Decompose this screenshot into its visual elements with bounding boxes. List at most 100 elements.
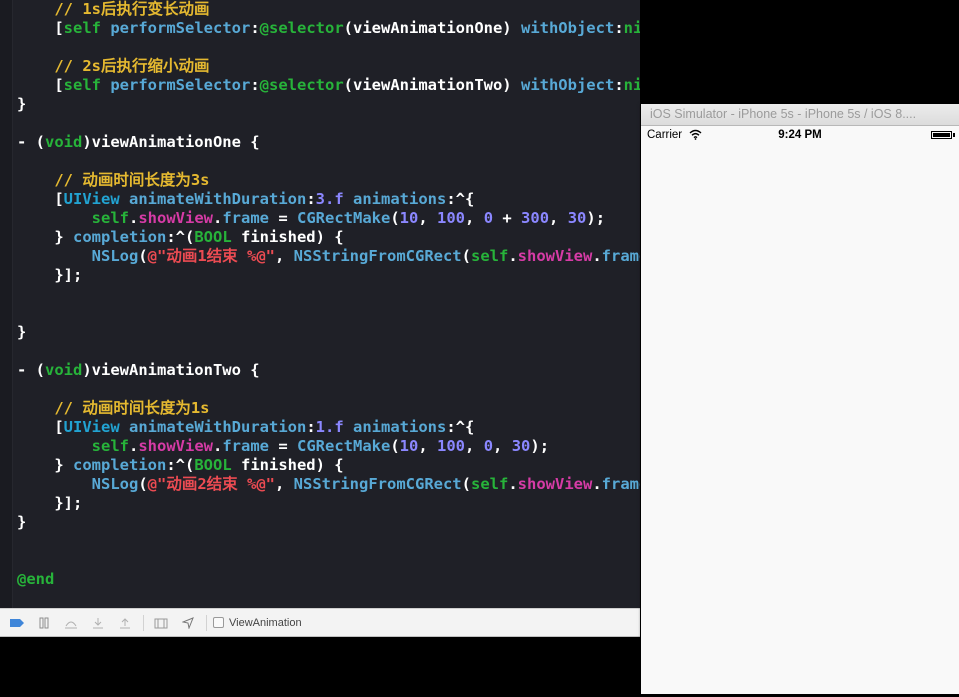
code-token: // 动画时间长度为3s [54,171,210,189]
code-token: } [17,95,27,113]
pause-icon[interactable] [34,613,54,633]
battery-tip [953,133,955,137]
code-token: 30 [511,437,531,455]
code-line: } [17,323,26,342]
code-token: [ [17,190,64,208]
code-token: self [91,437,129,455]
code-line: } completion:^(BOOL finished) { [17,456,343,475]
code-token: finished) { [231,228,344,246]
code-line: } completion:^(BOOL finished) { [17,228,344,247]
code-line: self.showView.frame = CGRectMake(10, 100… [17,209,605,228]
code-token: }]; [17,494,83,512]
code-token: )viewAnimationOne { [82,133,260,151]
code-token: showView [138,437,213,455]
code-line: // 1s后执行变长动画 [17,0,209,19]
view-debugger-icon[interactable] [151,613,171,633]
code-token: completion [73,456,167,474]
code-token: performSelector [110,76,251,94]
code-token: frame [222,209,269,227]
code-token: 0 [483,209,494,227]
code-token: - ( [17,133,45,151]
code-token: withObject [520,19,615,37]
code-token: @end [17,570,55,588]
code-token: } [17,228,73,246]
code-line: // 动画时间长度为3s [17,171,210,190]
code-line: [UIView animateWithDuration:1.f animatio… [17,418,474,437]
code-line: // 动画时间长度为1s [17,399,210,418]
code-token: animateWithDuration [129,418,307,436]
step-out-icon[interactable] [115,613,135,633]
breakpoint-toggle-icon[interactable] [7,613,27,633]
code-line: NSLog(@"动画1结束 %@", NSStringFromCGRect(se… [17,247,640,266]
code-token: NSLog [91,247,139,265]
code-token: frame [601,247,640,265]
code-token: :^( [166,456,195,474]
code-token: , [549,209,568,227]
step-over-icon[interactable] [61,613,81,633]
code-token: : [250,19,260,37]
code-token: void [45,133,83,151]
code-token: 100 [437,437,466,455]
code-editor[interactable]: // 1s后执行变长动画 [self performSelector:@sele… [0,0,640,608]
code-token: performSelector [110,19,251,37]
code-token: + [493,209,522,227]
status-time: 9:24 PM [778,129,822,141]
code-token: :^( [166,228,195,246]
code-token: :^{ [446,418,475,436]
code-line: self.showView.frame = CGRectMake(10, 100… [17,437,549,456]
code-token: CGRectMake [297,209,391,227]
simulator-screen[interactable]: Carrier 9:24 PM [641,126,959,694]
code-token: frame [222,437,269,455]
code-token: : [306,190,316,208]
step-into-icon[interactable] [88,613,108,633]
code-token: self [91,209,129,227]
location-icon[interactable] [178,613,198,633]
code-token: [ [17,19,64,37]
simulator-title[interactable]: iOS Simulator - iPhone 5s - iPhone 5s / … [641,104,959,126]
ios-simulator-window[interactable]: iOS Simulator - iPhone 5s - iPhone 5s / … [641,104,959,694]
debug-bar: ViewAnimation [0,608,640,637]
editor-gutter[interactable] [0,0,13,608]
code-token: , [418,209,438,227]
code-token: showView [517,247,593,265]
code-token: , [418,437,438,455]
code-token: ( [461,247,471,265]
code-line: - (void)viewAnimationOne { [17,133,260,152]
code-line: - (void)viewAnimationTwo { [17,361,260,380]
code-token: : [250,76,260,94]
code-token: ); [586,209,606,227]
code-line: [UIView animateWithDuration:3.f animatio… [17,190,474,209]
code-token: : [306,418,316,436]
code-token: ( [390,437,400,455]
code-token: // 动画时间长度为1s [54,399,210,417]
code-line: } [17,513,26,532]
project-file-icon [213,617,224,628]
battery-level [933,133,950,137]
code-token: 300 [521,209,550,227]
code-token: ( [390,209,400,227]
code-token: showView [138,209,213,227]
code-token: :^{ [446,190,475,208]
code-token: animations [353,190,447,208]
code-token: // 2s后执行缩小动画 [54,57,210,75]
code-token: } [17,323,27,341]
breadcrumb[interactable]: ViewAnimation [213,617,302,629]
code-token: 3.f [315,190,344,208]
breadcrumb-label: ViewAnimation [229,616,302,629]
code-token: animateWithDuration [129,190,307,208]
code-token: void [45,361,83,379]
code-token: (viewAnimationOne) [343,19,521,37]
code-token: self [471,247,509,265]
code-token: , [275,475,294,493]
code-token: ( [138,247,148,265]
code-token: UIView [63,190,120,208]
code-token: BOOL [194,228,232,246]
